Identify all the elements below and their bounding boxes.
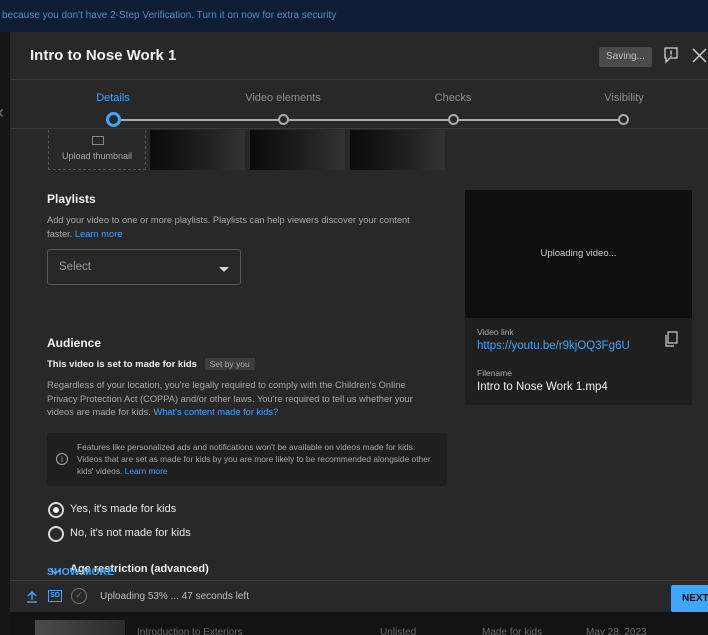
show-more-button[interactable]: SHOW MORE — [47, 566, 114, 578]
step-dot-video-elements[interactable] — [278, 114, 289, 125]
step-dot-details[interactable] — [106, 112, 121, 127]
kids-info-box: i Features like personalized ads and not… — [47, 433, 447, 486]
radio-no-label[interactable]: No, it's not made for kids — [70, 527, 191, 539]
set-by-badge: Set by you — [204, 358, 255, 370]
audience-status: This video is set to made for kids Set b… — [47, 358, 255, 370]
background-video-thumbnail — [35, 620, 125, 635]
tab-visibility[interactable]: Visibility — [564, 92, 684, 104]
playlist-select-label: Select — [59, 261, 91, 273]
video-meta-panel: Video link https://youtu.be/r9kjOQ3Fg6U … — [465, 318, 692, 405]
step-dot-checks[interactable] — [448, 114, 459, 125]
chevron-left-icon: ‹ — [0, 102, 4, 123]
playlists-learn-more-link[interactable]: Learn more — [75, 229, 123, 239]
background-video-row[interactable]: Introduction to Exteriors Unlisted Made … — [10, 612, 708, 635]
tab-video-elements[interactable]: Video elements — [223, 92, 343, 104]
check-circle-icon[interactable]: ✓ — [71, 588, 87, 604]
kids-info-text: Features like personalized ads and notif… — [77, 441, 437, 477]
upload-status: Uploading 53% ... 47 seconds left — [100, 591, 249, 602]
step-dot-visibility[interactable] — [618, 114, 629, 125]
upload-footer: SD ✓ Uploading 53% ... 47 seconds left N… — [10, 580, 708, 612]
background-video-title: Introduction to Exteriors — [137, 627, 243, 635]
playlists-description: Add your video to one or more playlists.… — [47, 214, 437, 241]
sd-badge-icon[interactable]: SD — [48, 590, 62, 602]
radio-made-for-kids-no[interactable] — [48, 526, 64, 542]
kids-info-learn-more-link[interactable]: Learn more — [125, 466, 168, 476]
upload-thumbnail-label: Upload thumbnail — [61, 151, 133, 161]
filename-value: Intro to Nose Work 1.mp4 — [477, 381, 608, 393]
stepper-line — [120, 119, 625, 121]
upload-thumbnail-button[interactable]: Upload thumbnail — [48, 130, 146, 170]
image-icon — [92, 136, 104, 145]
feedback-icon[interactable] — [663, 46, 679, 64]
upload-icon[interactable] — [26, 591, 38, 603]
auto-thumbnail[interactable] — [250, 130, 345, 170]
filename-caption: Filename — [477, 368, 512, 378]
audience-status-text: This video is set to made for kids — [47, 359, 197, 370]
audience-heading: Audience — [47, 336, 102, 350]
radio-yes-label[interactable]: Yes, it's made for kids — [70, 503, 176, 515]
close-icon[interactable] — [691, 47, 708, 64]
copy-icon[interactable] — [664, 331, 678, 347]
background-video-audience: Made for kids — [482, 627, 543, 635]
dialog-header: Intro to Nose Work 1 Saving... — [10, 32, 708, 80]
playlists-heading: Playlists — [47, 192, 96, 206]
tab-details[interactable]: Details — [53, 92, 173, 104]
uploading-video-text: Uploading video... — [540, 248, 617, 259]
caret-down-icon — [219, 267, 229, 272]
background-video-date: May 28, 2023 — [586, 627, 647, 635]
security-banner[interactable]: because you don't have 2-Step Verificati… — [0, 0, 708, 32]
video-link[interactable]: https://youtu.be/r9kjOQ3Fg6U — [477, 340, 630, 352]
made-for-kids-link[interactable]: What's content made for kids? — [153, 407, 278, 417]
radio-made-for-kids-yes[interactable] — [48, 502, 64, 518]
dialog-title: Intro to Nose Work 1 — [30, 47, 177, 64]
background-video-visibility: Unlisted — [380, 627, 417, 635]
upload-stepper: Details Video elements Checks Visibility — [10, 81, 708, 129]
saving-indicator: Saving... — [599, 47, 652, 67]
auto-thumbnail[interactable] — [150, 130, 245, 170]
next-button[interactable]: NEXT — [671, 585, 708, 612]
upload-dialog: Intro to Nose Work 1 Saving... Details V… — [10, 32, 708, 612]
video-link-caption: Video link — [477, 327, 514, 337]
background-sidebar: ‹ — [0, 32, 10, 635]
audience-description: Regardless of your location, you're lega… — [47, 379, 437, 420]
tab-checks[interactable]: Checks — [393, 92, 513, 104]
playlist-select[interactable]: Select — [47, 249, 241, 285]
video-preview: Uploading video... — [465, 190, 692, 318]
auto-thumbnail[interactable] — [350, 130, 445, 170]
info-icon: i — [56, 453, 68, 465]
